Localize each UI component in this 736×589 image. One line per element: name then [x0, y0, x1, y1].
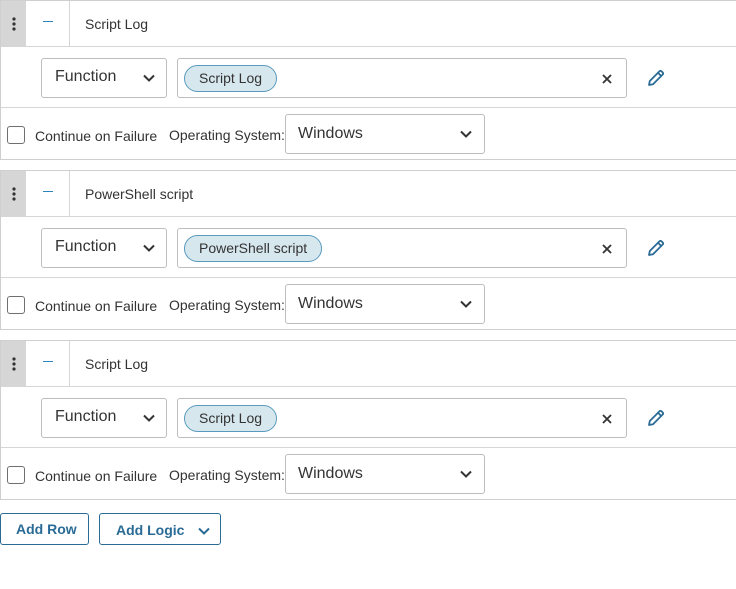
- step-block: Script Log Function Script Log Continue …: [0, 340, 736, 500]
- step-block: Script Log Function Script Log Continue …: [0, 0, 736, 160]
- type-select-value: Function: [55, 68, 117, 85]
- step-title: PowerShell script: [85, 186, 194, 202]
- add-row-label: Add Row: [16, 521, 77, 537]
- step-title: Script Log: [85, 356, 149, 372]
- drag-handle[interactable]: [1, 171, 26, 216]
- step-header: Script Log: [1, 1, 736, 47]
- close-icon[interactable]: [600, 242, 614, 256]
- vertical-dots-icon: [11, 186, 16, 201]
- continue-on-failure-label: Continue on Failure: [35, 128, 158, 144]
- type-select-value: Function: [55, 238, 117, 255]
- continue-on-failure-label: Continue on Failure: [35, 468, 158, 484]
- vertical-dots-icon: [11, 356, 16, 371]
- minus-icon: [42, 360, 53, 363]
- add-logic-button[interactable]: Add Logic: [99, 513, 221, 545]
- continue-on-failure-checkbox[interactable]: [7, 126, 25, 144]
- chevron-down-icon: [143, 244, 155, 252]
- drag-handle[interactable]: [1, 1, 26, 46]
- step-action-row: Function Script Log: [1, 47, 736, 108]
- step-options-row: Continue on Failure Operating System: Wi…: [1, 448, 736, 500]
- continue-on-failure-label: Continue on Failure: [35, 298, 158, 314]
- pencil-icon[interactable]: [646, 68, 666, 88]
- function-value-field[interactable]: Script Log: [177, 398, 627, 438]
- step-header: Script Log: [1, 341, 736, 387]
- pencil-icon[interactable]: [646, 408, 666, 428]
- chevron-down-icon: [460, 130, 472, 138]
- continue-on-failure-checkbox[interactable]: [7, 296, 25, 314]
- add-logic-label: Add Logic: [116, 522, 185, 538]
- step-header: PowerShell script: [1, 171, 736, 217]
- operating-system-label: Operating System:: [169, 127, 285, 143]
- step-options-row: Continue on Failure Operating System: Wi…: [1, 278, 736, 330]
- chevron-down-icon: [143, 74, 155, 82]
- chevron-down-icon: [460, 470, 472, 478]
- type-select[interactable]: Function: [41, 398, 167, 438]
- step-options-row: Continue on Failure Operating System: Wi…: [1, 108, 736, 160]
- step-action-row: Function PowerShell script: [1, 217, 736, 278]
- minus-icon: [42, 190, 53, 193]
- vertical-dots-icon: [11, 16, 16, 31]
- function-value-field[interactable]: Script Log: [177, 58, 627, 98]
- collapse-button[interactable]: [26, 341, 70, 386]
- type-select-value: Function: [55, 408, 117, 425]
- step-title: Script Log: [85, 16, 149, 32]
- close-icon[interactable]: [600, 412, 614, 426]
- operating-system-value: Windows: [298, 125, 363, 142]
- drag-handle[interactable]: [1, 341, 26, 386]
- operating-system-select[interactable]: Windows: [285, 114, 485, 154]
- collapse-button[interactable]: [26, 1, 70, 46]
- close-icon[interactable]: [600, 72, 614, 86]
- function-value-field[interactable]: PowerShell script: [177, 228, 627, 268]
- step-block: PowerShell script Function PowerShell sc…: [0, 170, 736, 330]
- step-action-row: Function Script Log: [1, 387, 736, 448]
- collapse-button[interactable]: [26, 171, 70, 216]
- operating-system-select[interactable]: Windows: [285, 454, 485, 494]
- operating-system-value: Windows: [298, 465, 363, 482]
- add-row-button[interactable]: Add Row: [0, 513, 89, 545]
- minus-icon: [42, 20, 53, 23]
- chevron-down-icon: [198, 527, 210, 535]
- chevron-down-icon: [460, 300, 472, 308]
- chevron-down-icon: [143, 414, 155, 422]
- type-select[interactable]: Function: [41, 58, 167, 98]
- type-select[interactable]: Function: [41, 228, 167, 268]
- operating-system-label: Operating System:: [169, 297, 285, 313]
- function-chip[interactable]: Script Log: [184, 405, 278, 432]
- continue-on-failure-checkbox[interactable]: [7, 466, 25, 484]
- operating-system-value: Windows: [298, 295, 363, 312]
- pencil-icon[interactable]: [646, 238, 666, 258]
- function-chip[interactable]: PowerShell script: [184, 235, 323, 262]
- function-chip[interactable]: Script Log: [184, 65, 278, 92]
- operating-system-label: Operating System:: [169, 467, 285, 483]
- operating-system-select[interactable]: Windows: [285, 284, 485, 324]
